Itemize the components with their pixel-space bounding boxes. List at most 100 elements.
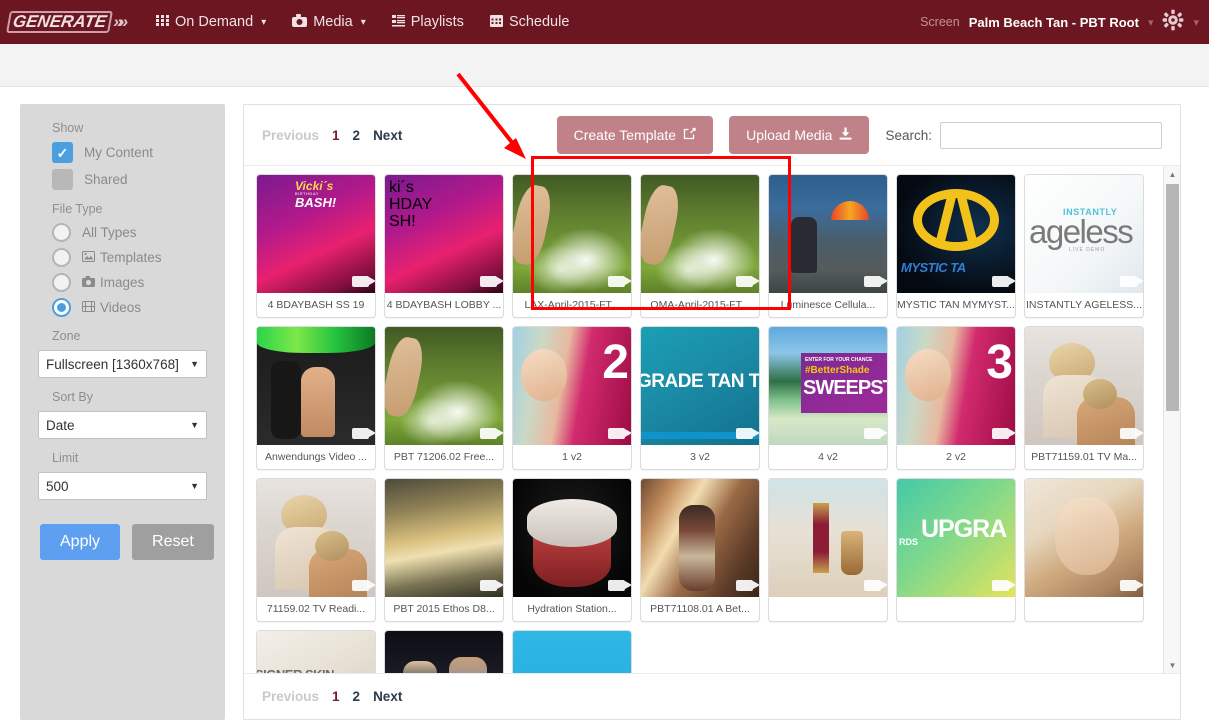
screen-selector-value[interactable]: Palm Beach Tan - PBT Root — [969, 15, 1139, 30]
nav-item-playlists-label: Playlists — [410, 14, 464, 30]
media-card[interactable]: LAX-April-2015-FT... — [512, 174, 632, 318]
media-thumbnail[interactable] — [385, 631, 503, 673]
media-thumbnail[interactable]: ENTER FOR YOUR CHANCE #BetterShade SWEEPST — [769, 327, 887, 445]
media-thumbnail[interactable] — [513, 175, 631, 293]
chevron-down-icon[interactable]: ▾ — [1148, 16, 1154, 29]
media-card[interactable] — [768, 478, 888, 622]
zone-select[interactable]: Fullscreen [1360x768] — [38, 350, 207, 378]
checkbox-box[interactable]: ✓ — [52, 142, 73, 163]
media-card[interactable]: OMA-April-2015-FT... — [640, 174, 760, 318]
media-thumbnail[interactable] — [385, 327, 503, 445]
grid-scrollbar[interactable]: ▲ ▼ — [1163, 166, 1180, 673]
media-card[interactable]: Anwendungs Video ... — [256, 326, 376, 470]
gear-icon[interactable] — [1162, 9, 1184, 35]
radio-button[interactable] — [52, 298, 71, 317]
media-card[interactable]: MYSTIC TA MYSTIC TAN MYMYST... — [896, 174, 1016, 318]
media-thumbnail[interactable] — [257, 479, 375, 597]
pagination-page-1[interactable]: 1 — [332, 128, 340, 143]
media-thumbnail[interactable]: Vicki´s BIRTHDAY BASH! — [257, 175, 375, 293]
thumb-overlay-text: RDS — [899, 537, 919, 547]
apply-button[interactable]: Apply — [40, 524, 121, 560]
media-card[interactable]: 2 1 v2 — [512, 326, 632, 470]
scrollbar-down-arrow-icon[interactable]: ▼ — [1164, 657, 1180, 673]
media-thumbnail[interactable] — [385, 479, 503, 597]
radio-videos[interactable]: Videos — [52, 298, 207, 317]
checkbox-my-content[interactable]: ✓ My Content — [52, 142, 207, 163]
checkbox-box[interactable] — [52, 169, 73, 190]
media-thumbnail[interactable] — [641, 175, 759, 293]
media-card[interactable]: PBT71159.01 TV Ma... — [1024, 326, 1144, 470]
media-thumbnail[interactable]: MYSTIC TA — [897, 175, 1015, 293]
media-card-caption — [769, 597, 887, 621]
media-card[interactable]: SIGNER SKINMPHATIC — [256, 630, 376, 673]
pagination-page-1[interactable]: 1 — [332, 689, 340, 704]
scrollbar-up-arrow-icon[interactable]: ▲ — [1164, 166, 1180, 183]
media-card[interactable]: PBT 2015 Ethos D8... — [384, 478, 504, 622]
pagination-page-2[interactable]: 2 — [353, 689, 361, 704]
scrollbar-thumb[interactable] — [1166, 184, 1179, 411]
media-card[interactable]: 71159.02 TV Readi... — [256, 478, 376, 622]
zone-label: Zone — [52, 329, 81, 343]
media-card[interactable]: INSTANTLY ageless LIVE DEMO INSTANTLY AGELE… — [1024, 174, 1144, 318]
checkbox-shared[interactable]: Shared — [52, 169, 207, 190]
media-card[interactable]: PBT71108.01 A Bet... — [640, 478, 760, 622]
pagination-next[interactable]: Next — [373, 128, 402, 143]
media-thumbnail[interactable] — [1025, 479, 1143, 597]
radio-images[interactable]: Images — [52, 273, 207, 292]
media-card[interactable]: 3 2 v2 — [896, 326, 1016, 470]
media-card[interactable]: GRADE TAN TOD 3 v2 — [640, 326, 760, 470]
media-card-caption: MYSTIC TAN MYMYST... — [897, 299, 1015, 311]
radio-templates[interactable]: Templates — [52, 248, 207, 267]
reset-button[interactable]: Reset — [132, 524, 214, 560]
pagination-previous[interactable]: Previous — [262, 689, 319, 704]
search-group: Search: — [885, 121, 1162, 149]
nav-item-playlists[interactable]: Playlists — [391, 14, 464, 31]
media-thumbnail[interactable]: PBTv — [513, 631, 631, 673]
media-thumbnail[interactable]: INSTANTLY ageless LIVE DEMO — [1025, 175, 1143, 293]
radio-button[interactable] — [52, 223, 71, 242]
nav-item-schedule[interactable]: Schedule — [489, 14, 569, 31]
media-thumbnail[interactable]: UPGRA RDS — [897, 479, 1015, 597]
filter-sidebar: Show ✓ My Content Shared File Type All T… — [20, 104, 225, 720]
app-logo[interactable]: GENERATE »» — [6, 9, 128, 35]
sort-by-select[interactable]: Date — [38, 411, 207, 439]
create-template-button[interactable]: Create Template — [556, 116, 714, 154]
media-thumbnail[interactable]: 3 — [897, 327, 1015, 445]
media-card[interactable] — [384, 630, 504, 673]
radio-button[interactable] — [52, 248, 71, 267]
pagination-next[interactable]: Next — [373, 689, 402, 704]
media-card[interactable]: PBTv — [512, 630, 632, 673]
media-thumbnail[interactable] — [641, 479, 759, 597]
media-thumbnail[interactable] — [513, 479, 631, 597]
search-input[interactable] — [940, 121, 1162, 149]
nav-item-media[interactable]: Media ▾ — [292, 13, 366, 31]
media-thumbnail[interactable]: 2 — [513, 327, 631, 445]
screen-label: Screen — [920, 15, 960, 29]
nav-item-on-demand[interactable]: On Demand ▾ — [156, 14, 266, 31]
media-card[interactable]: Vicki´s BIRTHDAY BASH! 4 BDAYBASH SS 19 — [256, 174, 376, 318]
media-thumbnail[interactable]: ki´s HDAY SH! — [385, 175, 503, 293]
media-card[interactable]: Hydration Station... — [512, 478, 632, 622]
media-card[interactable]: ki´s HDAY SH! 4 BDAYBASH LOBBY ... — [384, 174, 504, 318]
upload-media-button[interactable]: Upload Media — [729, 116, 870, 154]
media-thumbnail[interactable] — [1025, 327, 1143, 445]
pagination-page-2[interactable]: 2 — [353, 128, 361, 143]
media-card[interactable]: UPGRA RDS — [896, 478, 1016, 622]
media-card[interactable]: ENTER FOR YOUR CHANCE #BetterShade SWEEPST… — [768, 326, 888, 470]
media-thumbnail[interactable] — [769, 479, 887, 597]
limit-select[interactable]: 500 — [38, 472, 207, 500]
radio-all-types[interactable]: All Types — [52, 223, 207, 242]
media-thumbnail[interactable]: GRADE TAN TOD — [641, 327, 759, 445]
media-thumbnail[interactable] — [769, 175, 887, 293]
film-icon — [82, 300, 95, 315]
media-card[interactable]: Luminesce Cellula... — [768, 174, 888, 318]
media-thumbnail[interactable]: SIGNER SKINMPHATIC — [257, 631, 375, 673]
media-thumbnail[interactable] — [257, 327, 375, 445]
thumb-overlay-text: LIVE DEMO — [1069, 247, 1106, 253]
radio-button[interactable] — [52, 273, 71, 292]
pagination-previous[interactable]: Previous — [262, 128, 319, 143]
media-card[interactable]: PBT 71206.02 Free... — [384, 326, 504, 470]
media-card[interactable] — [1024, 478, 1144, 622]
settings-chevron-down-icon[interactable]: ▾ — [1193, 16, 1199, 29]
thumb-shape — [813, 503, 829, 573]
